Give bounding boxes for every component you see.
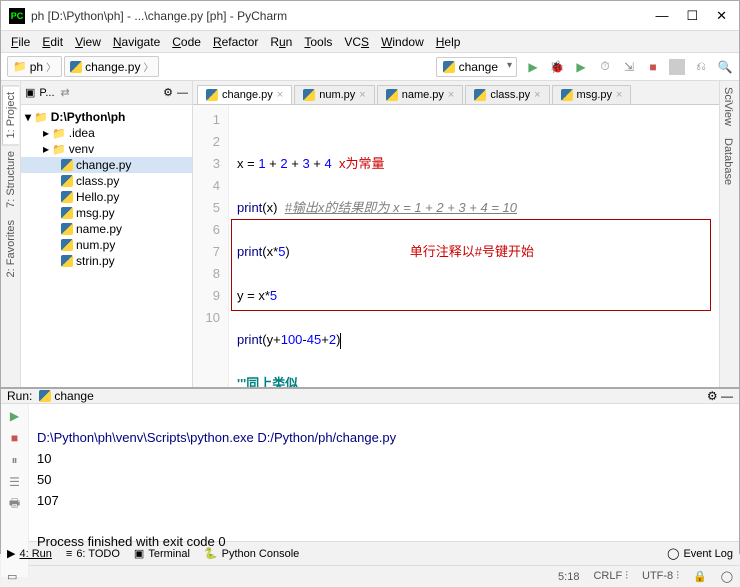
- stop-button[interactable]: ■: [645, 59, 661, 75]
- print-button[interactable]: 🖶: [7, 496, 23, 512]
- gutter: 12345678910: [193, 105, 229, 387]
- project-panel: ▣P... ⇄ ⚙ — ▾📁D:\Python\ph ▸📁.idea ▸📁ven…: [21, 81, 193, 387]
- tree-file[interactable]: Hello.py: [21, 189, 192, 205]
- status-msg-icon[interactable]: ▭: [7, 570, 17, 583]
- menu-vcs[interactable]: VCS: [340, 33, 373, 51]
- menu-tools[interactable]: Tools: [300, 33, 336, 51]
- status-circle-icon[interactable]: ◯: [721, 570, 733, 583]
- run-button[interactable]: ▶: [525, 59, 541, 75]
- menu-edit[interactable]: Edit: [38, 33, 67, 51]
- menu-window[interactable]: Window: [377, 33, 428, 51]
- left-tab-project[interactable]: 1: Project: [2, 85, 19, 145]
- tree-file[interactable]: strin.py: [21, 253, 192, 269]
- menu-refactor[interactable]: Refactor: [209, 33, 262, 51]
- tab-name[interactable]: name.py×: [377, 85, 464, 104]
- right-tab-database[interactable]: Database: [720, 132, 736, 191]
- tree-folder[interactable]: ▸📁.idea: [21, 125, 192, 141]
- minimize-button[interactable]: —: [655, 8, 668, 24]
- menu-file[interactable]: File: [7, 33, 34, 51]
- panel-settings-icon[interactable]: ⚙: [163, 86, 173, 99]
- tab-change[interactable]: change.py×: [197, 85, 292, 104]
- tree-file[interactable]: name.py: [21, 221, 192, 237]
- run-settings-icon[interactable]: ⚙ —: [707, 389, 733, 403]
- status-position[interactable]: 5:18: [558, 571, 579, 583]
- status-encoding[interactable]: UTF-8 ⫶: [642, 570, 679, 583]
- menubar: File Edit View Navigate Code Refactor Ru…: [1, 31, 739, 53]
- left-tab-structure[interactable]: 7: Structure: [3, 145, 19, 214]
- tree-file[interactable]: num.py: [21, 237, 192, 253]
- pause-button[interactable]: ⏸: [7, 452, 23, 468]
- tab-num[interactable]: num.py×: [294, 85, 375, 104]
- titlebar: PC ph [D:\Python\ph] - ...\change.py [ph…: [1, 1, 739, 31]
- left-tab-favorites[interactable]: 2: Favorites: [3, 214, 19, 283]
- menu-navigate[interactable]: Navigate: [109, 33, 164, 51]
- python-icon: [70, 61, 82, 73]
- panel-title: P...: [39, 87, 54, 99]
- close-button[interactable]: ✕: [716, 8, 727, 24]
- attach-button[interactable]: ⇲: [621, 59, 637, 75]
- tab-class[interactable]: class.py×: [465, 85, 549, 104]
- vcs-button[interactable]: ⎌: [693, 59, 709, 75]
- tree-folder[interactable]: ▸📁venv: [21, 141, 192, 157]
- dump-button[interactable]: ☰: [7, 474, 23, 490]
- menu-run[interactable]: Run: [266, 33, 296, 51]
- left-tool-rail: 1: Project 7: Structure 2: Favorites: [1, 81, 21, 387]
- status-lineend[interactable]: CRLF ⫶: [593, 570, 628, 583]
- rerun-button[interactable]: ▶: [7, 408, 23, 424]
- run-panel: Run: change ⚙ — ▶ ■ ⏸ ☰ 🖶 D:\Python\ph\v…: [1, 387, 739, 541]
- app-icon: PC: [9, 8, 25, 24]
- window-title: ph [D:\Python\ph] - ...\change.py [ph] -…: [31, 9, 655, 23]
- editor-tabs: change.py× num.py× name.py× class.py× ms…: [193, 81, 719, 105]
- right-tab-sciview[interactable]: SciView: [720, 81, 736, 132]
- breadcrumb-root[interactable]: 📁ph〉: [7, 56, 62, 77]
- tree-file[interactable]: class.py: [21, 173, 192, 189]
- tree-file[interactable]: msg.py: [21, 205, 192, 221]
- close-icon[interactable]: ×: [277, 89, 283, 101]
- menu-view[interactable]: View: [71, 33, 105, 51]
- search-button[interactable]: 🔍: [717, 59, 733, 75]
- project-tree[interactable]: ▾📁D:\Python\ph ▸📁.idea ▸📁venv change.py …: [21, 105, 192, 273]
- run-tab-name[interactable]: change: [54, 389, 93, 403]
- profile-button[interactable]: ⏱: [597, 59, 613, 75]
- coverage-button[interactable]: ▶: [573, 59, 589, 75]
- debug-button[interactable]: 🐞: [549, 59, 565, 75]
- code-editor[interactable]: x = 1 + 2 + 3 + 4 x为常量 print(x) #输出x的结果即…: [229, 105, 719, 387]
- right-tool-rail: SciView Database: [719, 81, 739, 387]
- navbar: 📁ph〉 change.py〉 change ▶ 🐞 ▶ ⏱ ⇲ ■ ⎌ 🔍: [1, 53, 739, 81]
- maximize-button[interactable]: ☐: [686, 8, 698, 24]
- stop-run-button[interactable]: ■: [7, 430, 23, 446]
- breadcrumb-file[interactable]: change.py〉: [64, 56, 159, 77]
- editor: change.py× num.py× name.py× class.py× ms…: [193, 81, 719, 387]
- menu-help[interactable]: Help: [432, 33, 465, 51]
- tree-root[interactable]: ▾📁D:\Python\ph: [21, 109, 192, 125]
- menu-code[interactable]: Code: [168, 33, 205, 51]
- tree-file-change[interactable]: change.py: [21, 157, 192, 173]
- status-lock-icon[interactable]: 🔒: [693, 570, 707, 583]
- run-config-select[interactable]: change: [436, 57, 517, 77]
- tab-msg[interactable]: msg.py×: [552, 85, 632, 104]
- panel-hide-icon[interactable]: —: [177, 87, 188, 99]
